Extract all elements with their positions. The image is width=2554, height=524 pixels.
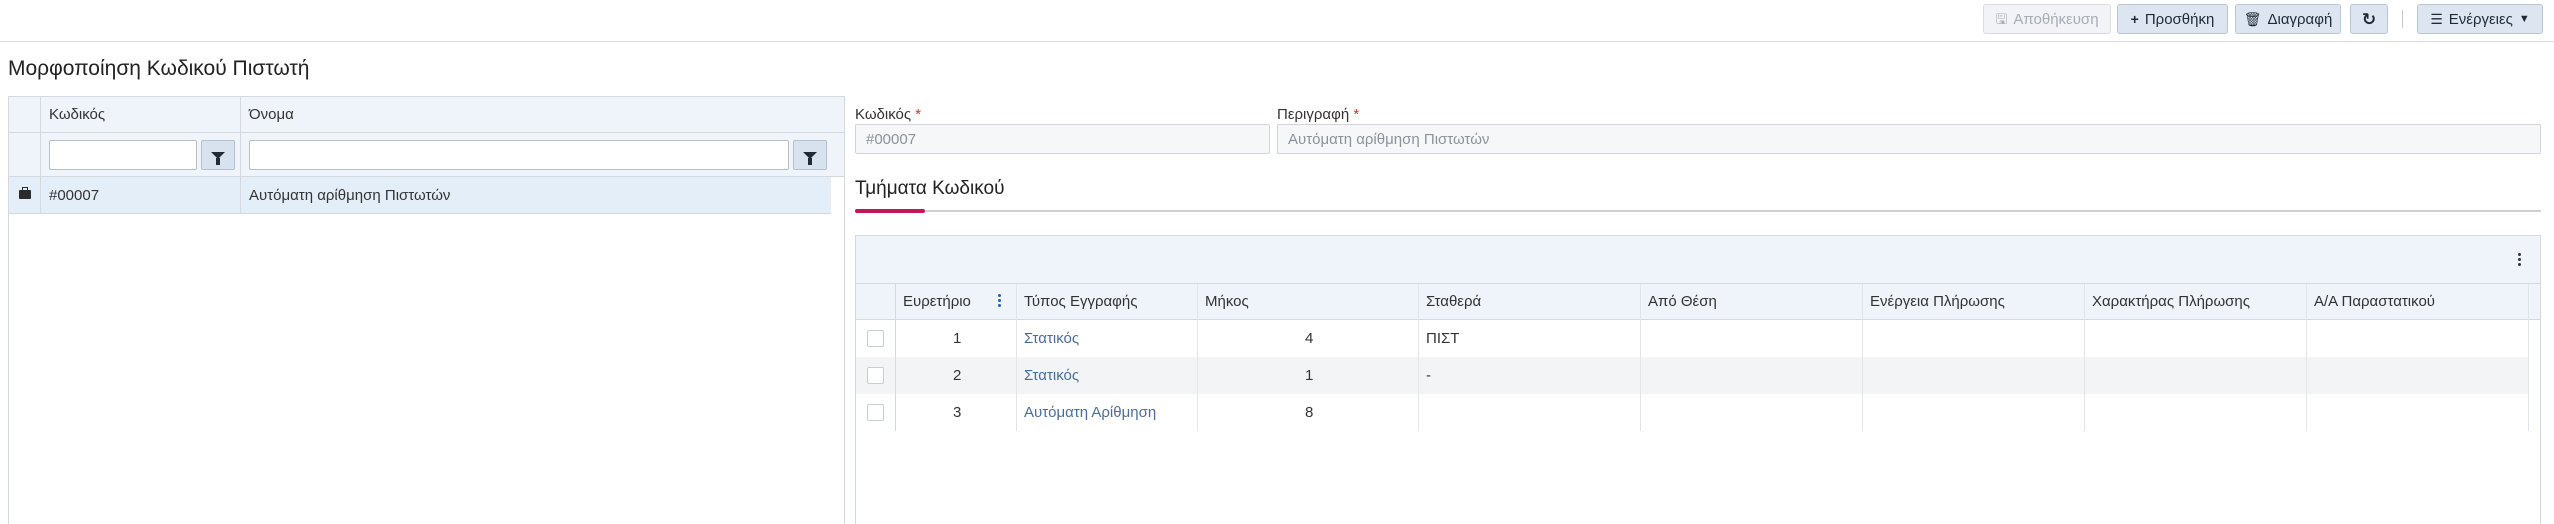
segments-grid-toolbar — [856, 236, 2540, 284]
required-mark: * — [1353, 106, 1360, 123]
row-length: 1 — [1305, 367, 1314, 384]
delete-button[interactable]: 🗑 Διαγραφή — [2235, 4, 2341, 34]
column-divider — [2084, 284, 2085, 431]
code-field[interactable]: #00007 — [855, 124, 1270, 154]
floppy-disk-icon: 🖫 — [1995, 11, 2008, 27]
row-checkbox[interactable] — [867, 330, 884, 347]
row-checkbox[interactable] — [867, 367, 884, 384]
row-length: 8 — [1305, 404, 1314, 421]
column-header-name[interactable]: Όνομα — [249, 106, 294, 123]
code-filter-button[interactable] — [201, 140, 235, 170]
column-header-index[interactable]: Ευρετήριο — [903, 293, 971, 310]
grid-right-border — [844, 97, 845, 524]
trash-icon: 🗑 — [2243, 11, 2262, 27]
column-divider — [1197, 284, 1198, 431]
row-entry-type[interactable]: Στατικός — [1024, 330, 1079, 347]
segments-grid: Ευρετήριο Τύπος Εγγραφής Μήκος Σταθερά Α… — [855, 235, 2541, 524]
delete-button-label: Διαγραφή — [2267, 10, 2333, 28]
column-menu-icon[interactable] — [998, 294, 1002, 307]
add-button[interactable]: + Προσθήκη — [2117, 4, 2228, 34]
tab-code-segments[interactable]: Τμήματα Κωδικού — [855, 178, 1004, 200]
row-index: 3 — [953, 404, 962, 421]
column-header-from-position[interactable]: Από Θέση — [1648, 293, 1717, 310]
table-row[interactable]: 3 Αυτόματη Αρίθμηση 8 — [856, 394, 2528, 431]
plus-icon: + — [2130, 11, 2139, 27]
column-header-document-number[interactable]: Α/Α Παραστατικού — [2314, 293, 2435, 310]
required-mark: * — [915, 106, 922, 123]
segments-grid-header: Ευρετήριο Τύπος Εγγραφής Μήκος Σταθερά Α… — [856, 284, 2540, 320]
description-label-text: Περιγραφή — [1277, 106, 1350, 123]
save-button[interactable]: 🖫 Αποθήκευση — [1983, 4, 2111, 34]
codes-grid-header: Κωδικός Όνομα — [9, 97, 844, 133]
briefcase-icon — [19, 187, 31, 199]
row-index: 2 — [953, 367, 962, 384]
refresh-icon: ↻ — [2361, 9, 2377, 29]
codes-grid-filter-row — [9, 133, 844, 177]
top-toolbar: 🖫 Αποθήκευση + Προσθήκη 🗑 Διαγραφή ↻ ☰ Ε… — [0, 0, 2554, 42]
add-button-label: Προσθήκη — [2144, 10, 2215, 28]
row-name: Αυτόματη αρίθμηση Πιστωτών — [249, 187, 451, 204]
toolbar-divider — [2402, 10, 2403, 28]
column-header-fill-character[interactable]: Χαρακτήρας Πλήρωσης — [2092, 293, 2250, 310]
column-divider — [2528, 284, 2529, 431]
refresh-button[interactable]: ↻ — [2350, 4, 2388, 34]
description-field[interactable]: Αυτόματη αρίθμηση Πιστωτών — [1277, 124, 2541, 154]
row-index: 1 — [953, 330, 962, 347]
column-header-entry-type[interactable]: Τύπος Εγγραφής — [1024, 293, 1137, 310]
row-length: 4 — [1305, 330, 1314, 347]
menu-icon: ☰ — [2430, 11, 2443, 27]
row-code: #00007 — [49, 187, 100, 204]
column-header-code[interactable]: Κωδικός — [49, 106, 105, 123]
actions-dropdown-button[interactable]: ☰ Ενέργειες ▼ — [2417, 4, 2543, 34]
table-row[interactable]: #00007 Αυτόματη αρίθμηση Πιστωτών — [9, 177, 831, 214]
table-row[interactable]: 2 Στατικός 1 - — [856, 357, 2528, 394]
column-divider — [2306, 284, 2307, 431]
row-entry-type[interactable]: Στατικός — [1024, 367, 1079, 384]
filter-icon — [211, 151, 225, 165]
table-row[interactable]: 1 Στατικός 4 ΠΙΣΤ — [856, 320, 2528, 357]
row-checkbox[interactable] — [867, 404, 884, 421]
page-title: Μορφοποίηση Κωδικού Πιστωτή — [8, 57, 310, 80]
column-divider — [40, 97, 41, 214]
column-divider — [1640, 284, 1641, 431]
row-constant: - — [1426, 367, 1431, 384]
column-divider — [895, 284, 896, 431]
column-divider — [240, 97, 241, 214]
more-options-icon[interactable] — [2518, 253, 2522, 266]
name-filter-button[interactable] — [793, 140, 827, 170]
description-field-label: Περιγραφή * — [1277, 106, 1359, 123]
tab-divider — [855, 210, 2541, 212]
code-field-label: Κωδικός * — [855, 106, 921, 123]
actions-button-label: Ενέργειες — [2448, 10, 2513, 28]
code-label-text: Κωδικός — [855, 106, 912, 123]
column-header-fill-action[interactable]: Ενέργεια Πλήρωσης — [1870, 293, 2005, 310]
caret-down-icon: ▼ — [2518, 12, 2530, 25]
save-button-label: Αποθήκευση — [2013, 10, 2099, 28]
column-divider — [1862, 284, 1863, 431]
row-entry-type[interactable]: Αυτόματη Αρίθμηση — [1024, 404, 1156, 421]
name-filter-input[interactable] — [249, 140, 789, 170]
code-filter-input[interactable] — [49, 140, 197, 170]
codes-grid: Κωδικός Όνομα #00007 Αυτόματη αρίθμηση Π… — [8, 96, 845, 524]
row-constant: ΠΙΣΤ — [1426, 330, 1460, 347]
column-divider — [1016, 284, 1017, 431]
filter-icon — [803, 151, 817, 165]
active-tab-indicator — [855, 209, 925, 213]
column-header-constant[interactable]: Σταθερά — [1426, 293, 1481, 310]
column-divider — [1418, 284, 1419, 431]
column-header-length[interactable]: Μήκος — [1205, 293, 1249, 310]
